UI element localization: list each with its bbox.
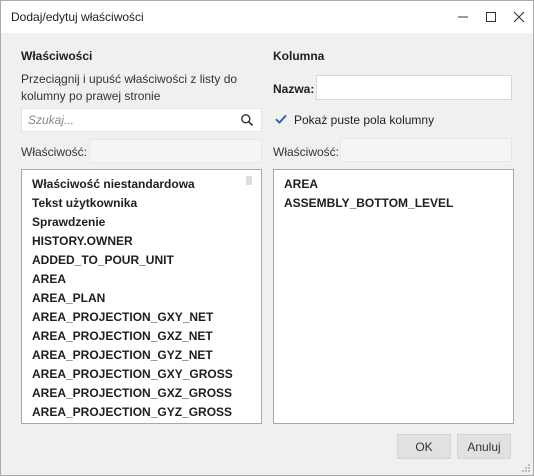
right-property-label: Właściwość:	[273, 145, 340, 159]
checkmark-icon	[275, 114, 287, 124]
list-item[interactable]: ASSEMBLY_BOTTOM_LEVEL	[274, 194, 513, 213]
list-item[interactable]: AREA	[274, 175, 513, 194]
list-item[interactable]: AREA_PROJECTION_GYZ_NET	[22, 346, 261, 365]
list-item[interactable]: AREA_PROJECTION_GXY_GROSS	[22, 365, 261, 384]
list-item[interactable]: Sprawdzenie	[22, 213, 261, 232]
list-item[interactable]: HISTORY.OWNER	[22, 232, 261, 251]
minimize-icon	[458, 16, 468, 18]
column-heading: Kolumna	[273, 49, 325, 63]
right-property-field	[340, 138, 512, 162]
list-item[interactable]: AREA_PROJECTION_GXZ_GROSS	[22, 384, 261, 403]
window-title: Dodaj/edytuj właściwości	[11, 10, 144, 24]
maximize-button[interactable]	[476, 1, 506, 33]
maximize-icon	[486, 12, 496, 22]
name-input[interactable]	[316, 75, 512, 100]
scrollbar-thumb[interactable]	[246, 176, 252, 185]
ok-button[interactable]: OK	[397, 434, 451, 459]
show-empty-checkbox[interactable]	[274, 112, 288, 126]
close-icon	[513, 11, 525, 23]
properties-list[interactable]: Właściwość niestandardowa Tekst użytkowni…	[21, 169, 262, 424]
dialog-window: Dodaj/edytuj właściwości Właściwości Prz…	[0, 0, 534, 476]
left-property-field	[89, 139, 262, 163]
search-input[interactable]	[28, 112, 228, 128]
list-item[interactable]: AREA_PLAN	[22, 289, 261, 308]
list-item[interactable]: Tekst użytkownika	[22, 194, 261, 213]
list-item[interactable]: ADDED_TO_POUR_UNIT	[22, 251, 261, 270]
drag-drop-hint: Przeciągnij i upuść właściwości z listy …	[21, 72, 238, 103]
properties-heading: Właściwości	[21, 49, 93, 63]
search-box[interactable]	[21, 108, 262, 132]
list-item[interactable]: AREA_PROJECTION_GXY_NET	[22, 308, 261, 327]
close-button[interactable]	[504, 1, 534, 33]
list-item[interactable]: AREA	[22, 270, 261, 289]
list-item[interactable]: AREA_PROJECTION_GXZ_NET	[22, 327, 261, 346]
search-icon[interactable]	[240, 113, 254, 127]
resize-grip-icon[interactable]	[521, 463, 531, 473]
name-label: Nazwa:	[273, 82, 315, 96]
show-empty-label[interactable]: Pokaż puste pola kolumny	[294, 113, 434, 127]
list-item[interactable]: Właściwość niestandardowa	[22, 175, 261, 194]
column-properties-list[interactable]: AREA ASSEMBLY_BOTTOM_LEVEL	[273, 169, 514, 424]
title-bar[interactable]: Dodaj/edytuj właściwości	[1, 1, 533, 33]
cancel-button[interactable]: Anuluj	[457, 434, 511, 459]
left-property-label: Właściwość:	[21, 145, 88, 159]
list-item[interactable]: AREA_PROJECTION_GYZ_GROSS	[22, 403, 261, 422]
minimize-button[interactable]	[448, 1, 478, 33]
